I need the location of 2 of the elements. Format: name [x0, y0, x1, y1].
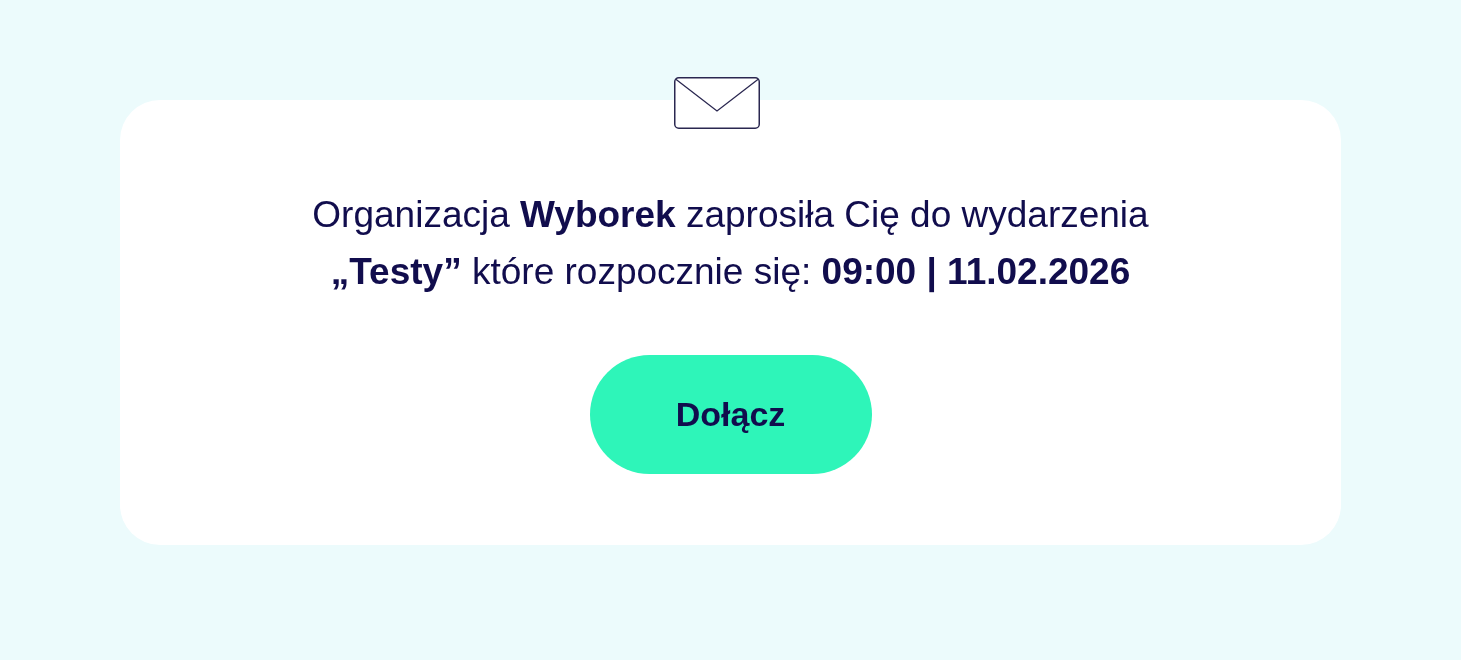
invitation-message: Organizacja Wyborek zaprosiła Cię do wydarzenia „Testy” które rozpocznie się: 09:00 | 11.02.2026	[311, 193, 1150, 295]
join-button[interactable]: Dołącz	[589, 355, 872, 474]
